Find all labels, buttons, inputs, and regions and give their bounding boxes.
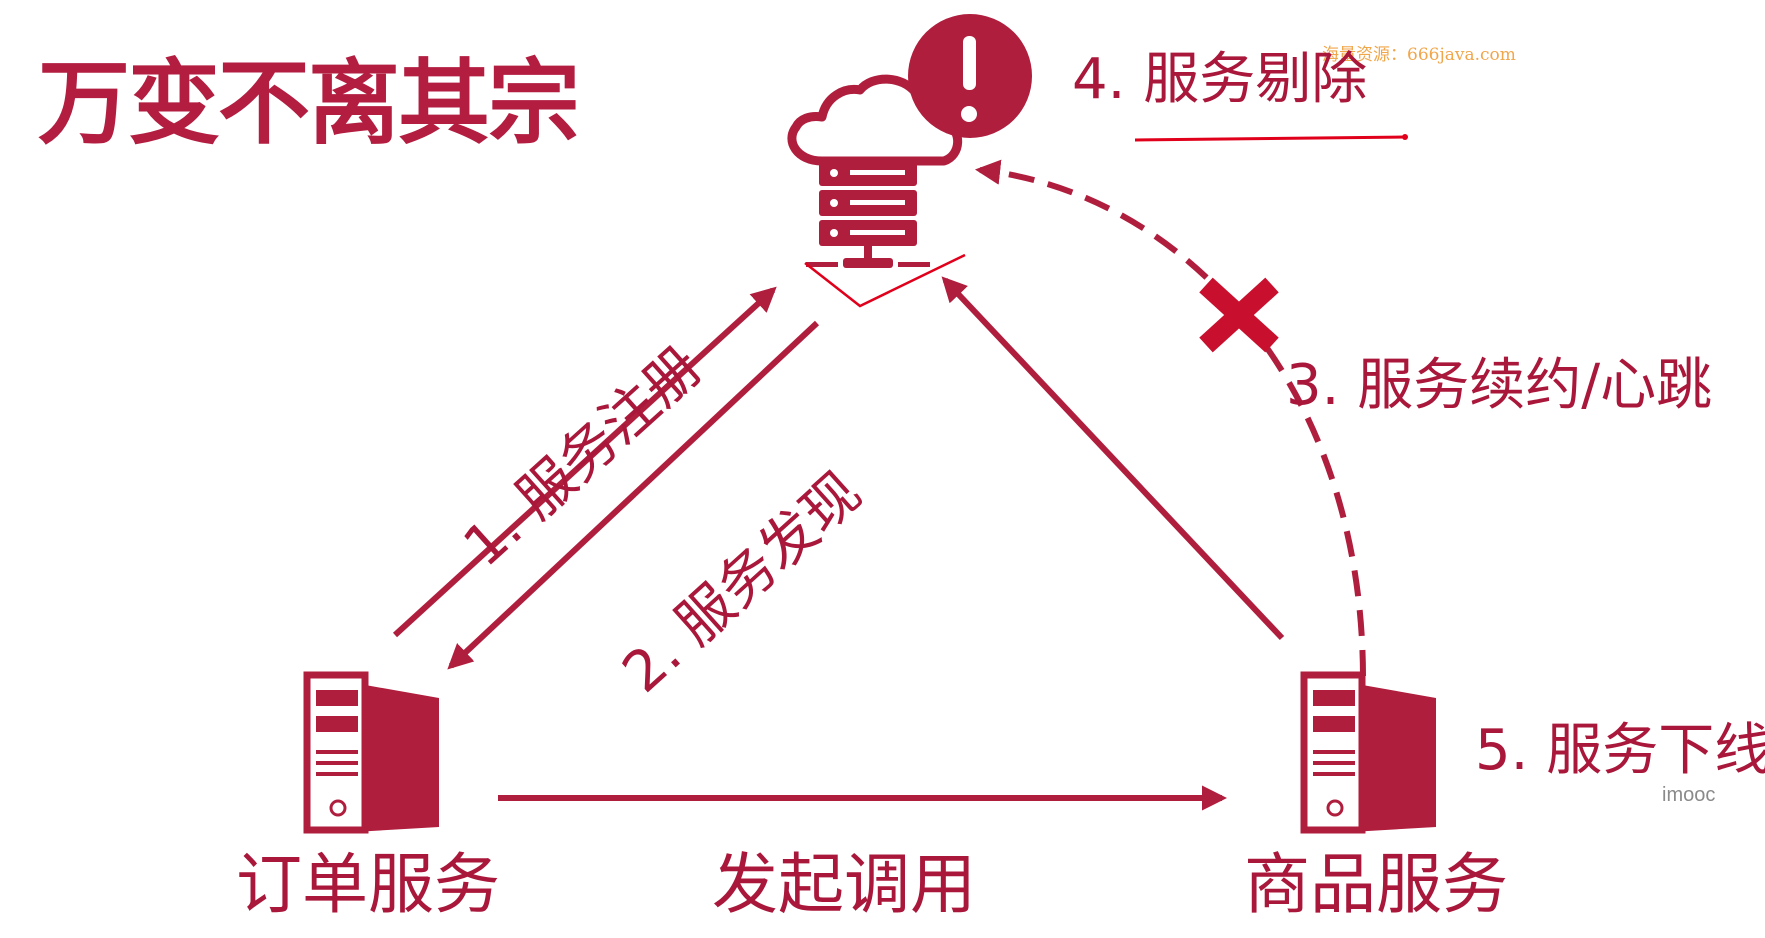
evict-label: 4. 服务剔除	[1072, 47, 1368, 112]
offline-label: 5. 服务下线	[1475, 718, 1765, 783]
order-service-label: 订单服务	[236, 846, 500, 923]
heartbeat-dashed-arrow	[974, 159, 1366, 677]
brand-mark: imooc	[1662, 784, 1716, 806]
page-title: 万变不离其宗	[38, 50, 580, 157]
exclamation-icon	[908, 14, 1032, 138]
server-tower-icon	[1300, 671, 1436, 834]
invoke-label: 发起调用	[712, 846, 976, 923]
evict-underline	[1134, 135, 1406, 142]
cross-mark-icon	[1199, 277, 1279, 353]
heartbeat-label: 3. 服务续约/心跳	[1286, 353, 1713, 418]
product-service-label: 商品服务	[1244, 846, 1508, 923]
server-tower-icon	[303, 671, 439, 834]
